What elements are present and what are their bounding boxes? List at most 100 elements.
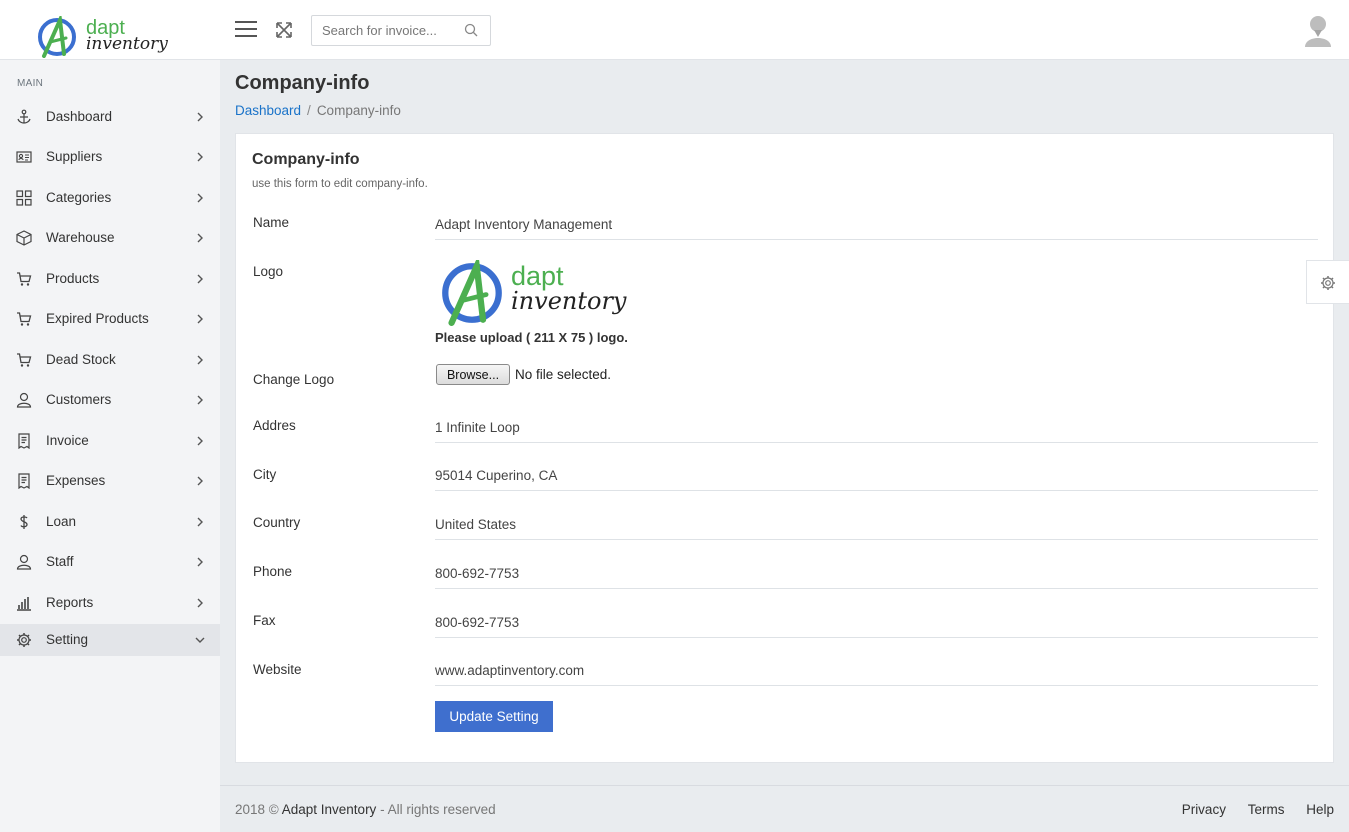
copyright-brand: Adapt Inventory bbox=[281, 802, 377, 817]
name-field[interactable]: Adapt Inventory Management bbox=[435, 210, 1318, 240]
chevron-right-icon bbox=[197, 152, 203, 162]
sidebar-item-label: Setting bbox=[46, 632, 89, 647]
country-field[interactable]: United States bbox=[435, 510, 1318, 540]
fax-label: Fax bbox=[253, 613, 276, 628]
sidebar-item-label: Invoice bbox=[46, 433, 89, 448]
logo-mark-icon bbox=[38, 16, 76, 58]
sidebar-item-dashboard[interactable]: Dashboard bbox=[0, 101, 220, 133]
chevron-right-icon bbox=[197, 476, 203, 486]
copyright-prefix: 2018 © bbox=[235, 802, 279, 817]
search-box bbox=[311, 15, 491, 46]
footer: 2018 © Adapt Inventory - All rights rese… bbox=[220, 785, 1349, 832]
terms-link[interactable]: Terms bbox=[1248, 802, 1285, 817]
sidebar-item-label: Warehouse bbox=[46, 230, 115, 245]
city-label: City bbox=[253, 467, 277, 482]
fullscreen-icon[interactable] bbox=[275, 21, 293, 39]
breadcrumb: Dashboard / Company-info bbox=[235, 103, 401, 118]
sidebar-item-staff[interactable]: Staff bbox=[0, 546, 220, 578]
id-card-icon bbox=[16, 151, 32, 163]
sidebar-item-loan[interactable]: Loan bbox=[0, 506, 220, 538]
theme-settings-toggle[interactable] bbox=[1306, 260, 1349, 304]
brand-logo[interactable]: dapt inventory bbox=[36, 12, 186, 58]
user-avatar-icon[interactable] bbox=[1304, 13, 1332, 47]
sidebar-item-warehouse[interactable]: Warehouse bbox=[0, 222, 220, 254]
cart-icon bbox=[17, 272, 32, 286]
chevron-right-icon bbox=[197, 112, 203, 122]
sidebar-item-products[interactable]: Products bbox=[0, 263, 220, 295]
sidebar-item-label: Categories bbox=[46, 190, 112, 205]
cart-icon bbox=[17, 353, 32, 367]
update-setting-button[interactable]: Update Setting bbox=[435, 701, 553, 732]
chevron-right-icon bbox=[197, 598, 203, 608]
sidebar-item-label: Staff bbox=[46, 554, 74, 569]
sidebar-item-expenses[interactable]: Expenses bbox=[0, 465, 220, 497]
company-info-card: Company-info use this form to edit compa… bbox=[235, 133, 1334, 763]
sidebar-item-label: Customers bbox=[46, 392, 112, 407]
breadcrumb-home-link[interactable]: Dashboard bbox=[235, 103, 301, 118]
address-label: Addres bbox=[253, 418, 296, 433]
bar-chart-icon bbox=[17, 597, 31, 611]
sidebar-item-label: Reports bbox=[46, 595, 94, 610]
chevron-right-icon bbox=[197, 557, 203, 567]
chevron-right-icon bbox=[197, 436, 203, 446]
search-input[interactable] bbox=[312, 16, 452, 45]
card-subtitle: use this form to edit company-info. bbox=[252, 178, 428, 190]
anchor-icon bbox=[17, 109, 31, 124]
search-icon[interactable] bbox=[464, 23, 478, 37]
sidebar-item-invoice[interactable]: Invoice bbox=[0, 425, 220, 457]
copyright: 2018 © Adapt Inventory - All rights rese… bbox=[235, 802, 496, 817]
chevron-right-icon bbox=[197, 193, 203, 203]
sidebar-item-suppliers[interactable]: Suppliers bbox=[0, 141, 220, 173]
name-label: Name bbox=[253, 215, 290, 230]
file-status: No file selected. bbox=[515, 367, 612, 382]
chevron-right-icon bbox=[197, 314, 203, 324]
website-field[interactable]: www.adaptinventory.com bbox=[435, 656, 1318, 686]
logo-label: Logo bbox=[253, 264, 284, 279]
sidebar-item-categories[interactable]: Categories bbox=[0, 182, 220, 214]
sidebar-item-label: Loan bbox=[46, 514, 77, 529]
website-label: Website bbox=[253, 662, 302, 677]
card-title: Company-info bbox=[252, 151, 360, 168]
sidebar-item-customers[interactable]: Customers bbox=[0, 384, 220, 416]
chevron-right-icon bbox=[197, 395, 203, 405]
menu-toggle-icon[interactable] bbox=[235, 21, 257, 38]
sidebar-item-label: Expenses bbox=[46, 473, 106, 488]
privacy-link[interactable]: Privacy bbox=[1182, 802, 1226, 817]
brand-word-inventory: inventory bbox=[86, 34, 168, 54]
sidebar-item-expired-products[interactable]: Expired Products bbox=[0, 303, 220, 335]
logo-word-dapt: dapt bbox=[511, 261, 564, 291]
chevron-right-icon bbox=[197, 355, 203, 365]
breadcrumb-current: Company-info bbox=[316, 103, 401, 118]
box-icon bbox=[16, 230, 32, 246]
grid-icon bbox=[16, 190, 32, 206]
city-field[interactable]: 95014 Cuperino, CA bbox=[435, 461, 1318, 491]
address-field[interactable]: 1 Infinite Loop bbox=[435, 413, 1318, 443]
top-bar: dapt inventory bbox=[0, 0, 1349, 60]
company-logo-image: dapt inventory bbox=[439, 258, 649, 328]
phone-field[interactable]: 800-692-7753 bbox=[435, 559, 1318, 589]
help-link[interactable]: Help bbox=[1306, 802, 1334, 817]
cart-icon bbox=[17, 312, 32, 326]
sidebar-item-label: Dead Stock bbox=[46, 352, 116, 367]
gear-icon bbox=[1321, 276, 1335, 290]
sidebar-item-dead-stock[interactable]: Dead Stock bbox=[0, 344, 220, 376]
sidebar-item-reports[interactable]: Reports bbox=[0, 587, 220, 619]
sidebar-item-label: Expired Products bbox=[46, 311, 149, 326]
sidebar-section-label: MAIN bbox=[17, 78, 44, 89]
chevron-right-icon bbox=[197, 274, 203, 284]
user-icon bbox=[16, 392, 32, 408]
footer-links: Privacy Terms Help bbox=[1164, 802, 1334, 817]
chevron-right-icon bbox=[197, 517, 203, 527]
page-title: Company-info bbox=[235, 72, 370, 94]
breadcrumb-separator: / bbox=[307, 103, 311, 118]
logo-word-inventory: inventory bbox=[511, 287, 627, 315]
fax-field[interactable]: 800-692-7753 bbox=[435, 608, 1318, 638]
sidebar-item-setting[interactable]: Setting bbox=[0, 624, 220, 656]
browse-button[interactable]: Browse... bbox=[436, 364, 510, 385]
gear-icon bbox=[17, 633, 31, 647]
sidebar-item-label: Suppliers bbox=[46, 149, 103, 164]
dollar-icon bbox=[20, 515, 28, 529]
sidebar-item-label: Dashboard bbox=[46, 109, 113, 124]
logo-mark-icon bbox=[442, 260, 502, 326]
country-label: Country bbox=[253, 515, 301, 530]
